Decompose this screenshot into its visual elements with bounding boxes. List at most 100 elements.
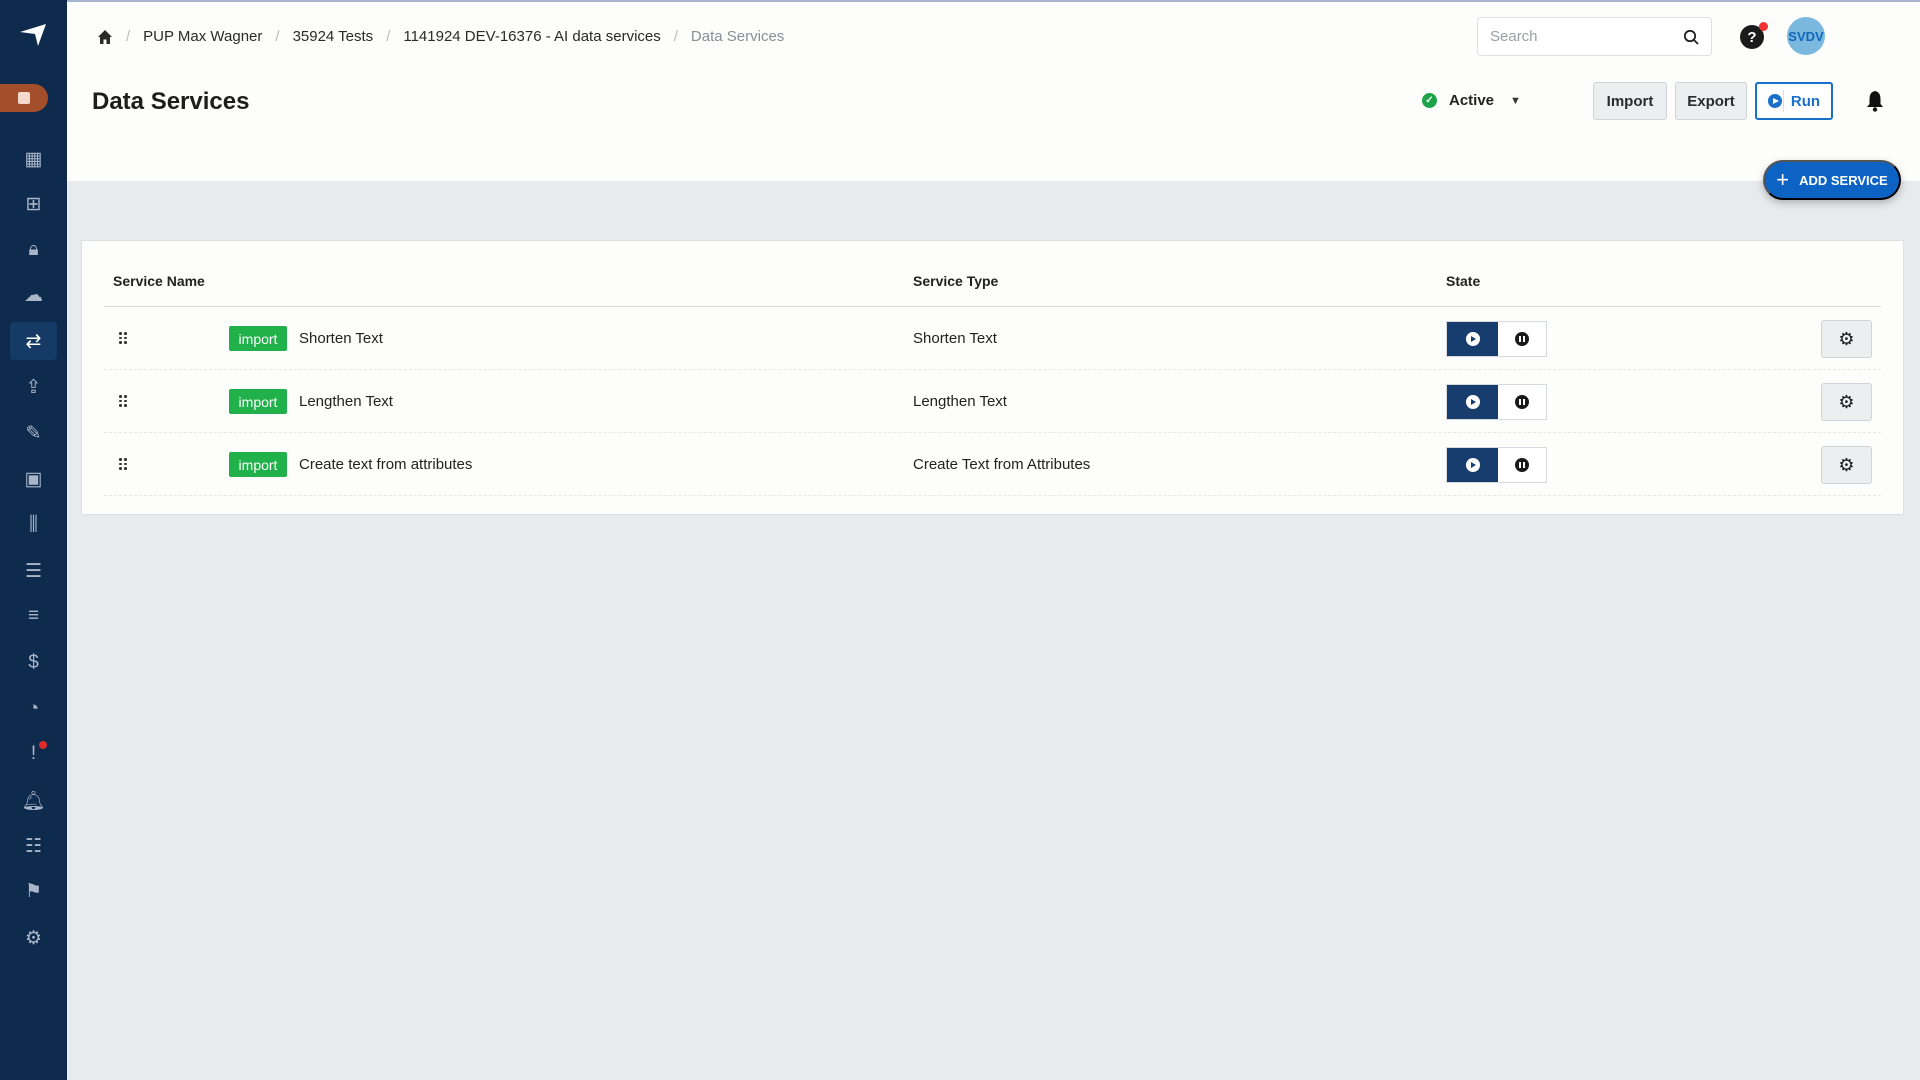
sidebar-item-brush[interactable]: ✎ (10, 414, 57, 452)
notification-dot (39, 741, 47, 749)
dollar-icon: $ (28, 652, 39, 673)
breadcrumb: / PUP Max Wagner / 35924 Tests / 1141924… (97, 28, 784, 45)
drag-handle-icon[interactable] (119, 395, 127, 407)
start-button[interactable] (1447, 322, 1498, 356)
play-icon (1465, 458, 1480, 472)
drag-handle-icon[interactable] (119, 458, 127, 470)
sidebar-item-list[interactable]: ≡ (10, 597, 57, 635)
sidebar-item-bell[interactable]: 🔔︎ (10, 782, 57, 820)
breadcrumb-item[interactable]: PUP Max Wagner (143, 28, 262, 45)
service-badge: import (229, 326, 287, 351)
sidebar-item-alert[interactable]: ! (10, 735, 57, 773)
service-type: Create Text from Attributes (913, 456, 1091, 473)
services-table: Service Name Service Type State import S… (81, 240, 1904, 515)
app-logo-icon[interactable] (18, 22, 48, 48)
drag-handle-icon[interactable] (119, 332, 127, 344)
search-placeholder: Search (1490, 28, 1538, 45)
breadcrumb-current: Data Services (690, 28, 785, 45)
search-input[interactable]: Search (1477, 17, 1712, 56)
status-dropdown[interactable]: ✓ Active ▼ (1422, 92, 1521, 109)
state-toggle (1446, 447, 1547, 483)
pie-chart-icon: ◔ (27, 698, 40, 719)
state-toggle (1446, 384, 1547, 420)
sidebar-item-schedule[interactable]: ▣ (10, 460, 57, 498)
breadcrumb-separator: / (386, 28, 391, 45)
pause-icon (1515, 458, 1529, 472)
add-service-button[interactable]: + ADD SERVICE (1763, 160, 1901, 200)
download-cloud-icon: ☁ (24, 284, 43, 306)
column-header-service-name[interactable]: Service Name (113, 273, 205, 289)
service-settings-button[interactable]: ⚙ (1821, 383, 1872, 421)
sidebar-item-download-cloud[interactable]: ☁ (10, 276, 57, 314)
column-header-service-type[interactable]: Service Type (913, 273, 998, 289)
avatar[interactable]: SVDV (1787, 17, 1825, 55)
list-split-icon: ☰ (24, 560, 43, 582)
upload-icon: ⇪ (25, 376, 42, 398)
export-button[interactable]: Export (1675, 82, 1747, 120)
bell-icon: 🔔︎ (21, 791, 46, 812)
sidebar-item-dashboard[interactable]: ▦ (10, 140, 57, 178)
service-name[interactable]: Shorten Text (299, 330, 383, 347)
service-settings-button[interactable]: ⚙ (1821, 446, 1872, 484)
sidebar-item-list-split[interactable]: ☰ (10, 552, 57, 590)
schedule-icon: ▣ (24, 468, 43, 490)
start-button[interactable] (1447, 448, 1498, 482)
sidebar-item-upload[interactable]: ⇪ (10, 368, 57, 406)
sidebar-item-lock[interactable]: 🔒︎ (10, 231, 57, 269)
sidebar-item-flag[interactable]: ⚑ (10, 872, 57, 910)
hierarchy-icon: ⊞ (25, 193, 42, 215)
settings-icon: ⚙ (24, 927, 43, 949)
service-settings-button[interactable]: ⚙ (1821, 320, 1872, 358)
sidebar-item-columns[interactable]: ⫼ (10, 506, 57, 544)
chevron-down-icon: ▼ (1510, 94, 1521, 107)
service-name[interactable]: Create text from attributes (299, 456, 472, 473)
start-button[interactable] (1447, 385, 1498, 419)
checklist-icon: ☷ (24, 835, 43, 857)
search-icon[interactable] (1683, 29, 1699, 45)
pause-button[interactable] (1498, 322, 1546, 356)
service-type: Lengthen Text (913, 393, 1007, 410)
divider (1783, 90, 1784, 112)
play-circle-icon (1767, 94, 1782, 108)
bell-icon[interactable] (1865, 90, 1885, 112)
sidebar-item-checklist[interactable]: ☷ (10, 827, 57, 865)
pause-button[interactable] (1498, 385, 1546, 419)
box-icon (18, 92, 30, 104)
import-button[interactable]: Import (1593, 82, 1667, 120)
page-title: Data Services (92, 88, 250, 115)
sidebar-item-hierarchy[interactable]: ⊞ (10, 185, 57, 223)
gear-icon: ⚙ (1838, 391, 1855, 412)
sidebar: ▦ ⊞ 🔒︎ ☁ ⇄ ⇪ ✎ ▣ ⫼ ☰ ≡ $ ◔! 🔔︎ ☷ ⚑ ⚙ (0, 0, 67, 1080)
table-row: import Lengthen Text Lengthen Text ⚙ (104, 370, 1881, 433)
brush-icon: ✎ (25, 422, 42, 444)
table-row: import Create text from attributes Creat… (104, 433, 1881, 496)
breadcrumb-item[interactable]: 1141924 DEV-16376 - AI data services (403, 28, 660, 45)
sidebar-item-data-services[interactable]: ⇄ (10, 322, 57, 360)
service-name[interactable]: Lengthen Text (299, 393, 393, 410)
project-switcher-button[interactable] (0, 84, 48, 112)
pause-button[interactable] (1498, 448, 1546, 482)
data-services-icon: ⇄ (25, 330, 42, 352)
help-icon[interactable]: ? (1740, 22, 1768, 49)
notification-dot (1759, 22, 1768, 31)
run-label: Run (1790, 92, 1821, 110)
lock-icon: 🔒︎ (28, 239, 39, 260)
sidebar-item-dollar[interactable]: $ (10, 644, 57, 682)
columns-icon: ⫼ (29, 514, 38, 535)
breadcrumb-item[interactable]: 35924 Tests (293, 28, 374, 45)
service-badge: import (229, 389, 287, 414)
home-icon[interactable] (97, 29, 113, 45)
plus-icon: + (1776, 167, 1790, 192)
add-service-label: ADD SERVICE (1799, 172, 1888, 188)
sidebar-item-settings[interactable]: ⚙ (10, 919, 57, 957)
breadcrumb-separator: / (275, 28, 280, 45)
status-label: Active (1449, 92, 1495, 109)
column-header-state[interactable]: State (1446, 273, 1480, 289)
service-type: Shorten Text (913, 330, 997, 347)
breadcrumb-separator: / (126, 28, 131, 45)
list-icon: ≡ (27, 605, 40, 626)
run-button[interactable]: Run (1755, 82, 1833, 120)
alert-icon: ! (30, 743, 37, 764)
breadcrumb-separator: / (673, 28, 678, 45)
sidebar-item-pie-chart[interactable]: ◔ (10, 690, 57, 728)
